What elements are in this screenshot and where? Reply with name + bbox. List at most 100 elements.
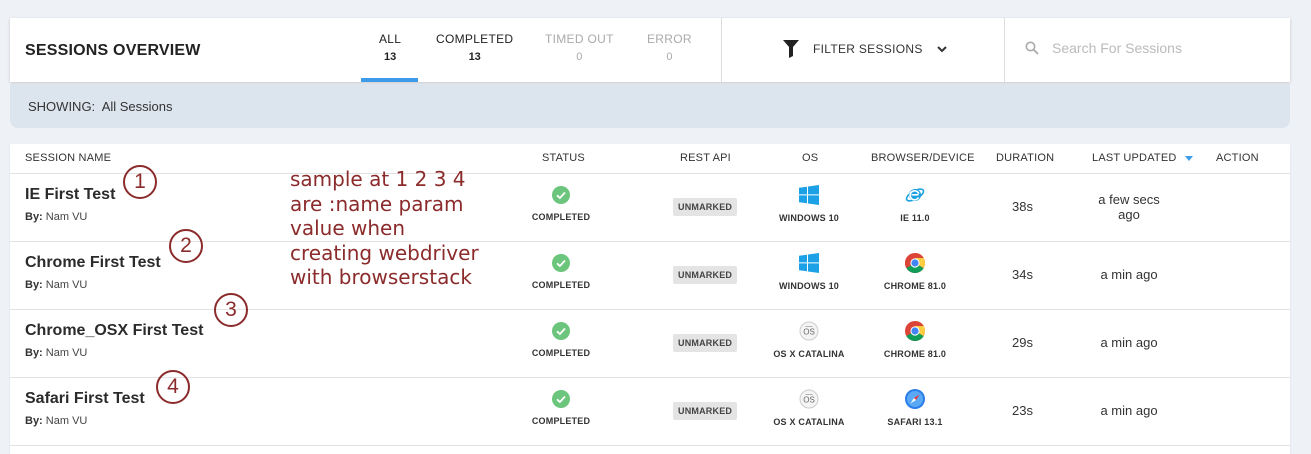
filter-sessions-button[interactable]: FILTER SESSIONS bbox=[783, 40, 947, 58]
tab-timed-out-label: TIMED OUT bbox=[545, 32, 614, 46]
status-cell: COMPLETED bbox=[520, 390, 602, 426]
owner-label: By: bbox=[25, 211, 43, 223]
browser-cell: SAFARI 13.1 bbox=[870, 389, 960, 427]
duration-value: 23s bbox=[1012, 403, 1033, 418]
annotation-number-4: 4 bbox=[156, 370, 190, 404]
annotation-note-line: with browserstack bbox=[290, 265, 472, 289]
table-row[interactable]: Safari First Test By: Nam VU COMPLETED U… bbox=[10, 378, 1290, 446]
table-row[interactable]: Chrome_OSX First Test By: Nam VU COMPLET… bbox=[10, 310, 1290, 378]
os-text: OS X CATALINA bbox=[773, 349, 845, 359]
safari-icon bbox=[905, 389, 925, 409]
tab-completed[interactable]: COMPLETED 13 bbox=[436, 32, 513, 63]
page-title: SESSIONS OVERVIEW bbox=[25, 42, 201, 59]
showing-value: All Sessions bbox=[101, 99, 173, 114]
annotation-number-1: 1 bbox=[123, 165, 157, 199]
tab-timed-out[interactable]: TIMED OUT 0 bbox=[545, 32, 614, 63]
chevron-down-icon bbox=[936, 45, 947, 52]
table-row[interactable]: Chrome First Test By: Nam VU COMPLETED U… bbox=[10, 242, 1290, 310]
os-text: WINDOWS 10 bbox=[778, 281, 839, 291]
tab-error-label: ERROR bbox=[647, 32, 692, 46]
divider bbox=[721, 18, 722, 82]
session-name[interactable]: Chrome First Test bbox=[25, 254, 161, 272]
annotation-note-line: value when bbox=[290, 216, 405, 240]
column-browser-device[interactable]: BROWSER/DEVICE bbox=[871, 152, 975, 164]
os-cell: OS OS X CATALINA bbox=[765, 389, 853, 427]
rest-api-badge: UNMARKED bbox=[673, 334, 738, 352]
duration-value: 34s bbox=[1012, 267, 1033, 282]
column-duration[interactable]: DURATION bbox=[996, 152, 1054, 164]
annotation-note-line: creating webdriver bbox=[290, 240, 479, 265]
browser-cell: CHROME 81.0 bbox=[870, 253, 960, 291]
session-name[interactable]: Safari First Test bbox=[25, 390, 145, 408]
browser-text: IE 11.0 bbox=[900, 213, 930, 223]
column-last-updated[interactable]: LAST UPDATED bbox=[1092, 152, 1193, 164]
check-circle-icon bbox=[552, 322, 570, 340]
owner-label: By: bbox=[25, 415, 43, 427]
divider bbox=[1004, 18, 1005, 82]
browser-text: CHROME 81.0 bbox=[883, 349, 947, 359]
sort-desc-icon bbox=[1184, 155, 1193, 161]
column-rest-api[interactable]: REST API bbox=[680, 152, 731, 164]
os-cell: WINDOWS 10 bbox=[765, 253, 853, 291]
rest-api-badge: UNMARKED bbox=[673, 198, 738, 216]
tab-completed-count: 13 bbox=[468, 51, 481, 63]
osx-icon: OS bbox=[799, 389, 819, 409]
search-icon bbox=[1025, 41, 1039, 55]
column-session-name[interactable]: SESSION NAME bbox=[25, 152, 111, 164]
session-name[interactable]: IE First Test bbox=[25, 186, 115, 204]
table-header: SESSION NAME STATUS REST API OS BROWSER/… bbox=[10, 144, 1290, 174]
column-action[interactable]: ACTION bbox=[1216, 152, 1259, 164]
tab-timed-out-count: 0 bbox=[576, 51, 583, 63]
search-input[interactable] bbox=[1052, 40, 1282, 56]
owner-name: Nam VU bbox=[45, 347, 88, 359]
chrome-icon bbox=[905, 253, 925, 273]
svg-text:OS: OS bbox=[803, 328, 815, 337]
tab-error-count: 0 bbox=[666, 51, 673, 63]
windows-icon bbox=[799, 253, 819, 273]
last-updated-line-1: a few secs bbox=[1098, 192, 1160, 207]
session-name[interactable]: Chrome_OSX First Test bbox=[25, 322, 203, 340]
annotation-note-line: sample at 1 2 3 4 bbox=[290, 167, 466, 191]
session-owner: By: Nam VU bbox=[25, 347, 87, 359]
tab-all[interactable]: ALL 13 bbox=[379, 32, 401, 63]
last-updated-value: a min ago bbox=[1100, 335, 1158, 350]
showing-bar: SHOWING: All Sessions bbox=[10, 84, 1290, 128]
column-os[interactable]: OS bbox=[802, 152, 818, 164]
tab-all-label: ALL bbox=[379, 32, 402, 46]
rest-api-badge: UNMARKED bbox=[673, 266, 738, 284]
session-owner: By: Nam VU bbox=[25, 415, 87, 427]
last-updated-value: a min ago bbox=[1100, 403, 1158, 418]
status-cell: COMPLETED bbox=[520, 322, 602, 358]
column-last-updated-label: LAST UPDATED bbox=[1092, 152, 1177, 164]
session-owner: By: Nam VU bbox=[25, 279, 87, 291]
check-circle-icon bbox=[552, 390, 570, 408]
os-text: OS X CATALINA bbox=[773, 417, 845, 427]
table-row[interactable]: IE First Test By: Nam VU COMPLETED UNMAR… bbox=[10, 174, 1290, 242]
ie-icon bbox=[905, 188, 925, 202]
osx-icon: OS bbox=[799, 321, 819, 341]
sessions-table: SESSION NAME STATUS REST API OS BROWSER/… bbox=[10, 144, 1290, 454]
tab-all-count: 13 bbox=[384, 51, 397, 63]
column-status[interactable]: STATUS bbox=[542, 152, 585, 164]
last-updated-line-2: ago bbox=[1118, 207, 1140, 222]
owner-name: Nam VU bbox=[45, 279, 88, 291]
owner-name: Nam VU bbox=[45, 415, 88, 427]
owner-label: By: bbox=[25, 347, 43, 359]
last-updated-value: a min ago bbox=[1100, 267, 1158, 282]
browser-cell: IE 11.0 bbox=[870, 185, 960, 223]
duration-value: 29s bbox=[1012, 335, 1033, 350]
tab-error[interactable]: ERROR 0 bbox=[647, 32, 692, 63]
sessions-header-bar: SESSIONS OVERVIEW ALL 13 COMPLETED 13 TI… bbox=[10, 18, 1290, 82]
browser-cell: CHROME 81.0 bbox=[870, 321, 960, 359]
tab-completed-label: COMPLETED bbox=[436, 32, 514, 46]
filter-sessions-label: FILTER SESSIONS bbox=[813, 42, 923, 56]
owner-label: By: bbox=[25, 279, 43, 291]
owner-name: Nam VU bbox=[45, 211, 88, 223]
check-circle-icon bbox=[552, 186, 570, 204]
duration-value: 38s bbox=[1012, 199, 1033, 214]
last-updated-value: a few secs ago bbox=[1080, 192, 1178, 222]
annotation-note-line: are :name param bbox=[290, 191, 464, 216]
status-text: COMPLETED bbox=[531, 348, 591, 358]
browser-text: CHROME 81.0 bbox=[883, 281, 947, 291]
filter-icon bbox=[783, 40, 799, 58]
